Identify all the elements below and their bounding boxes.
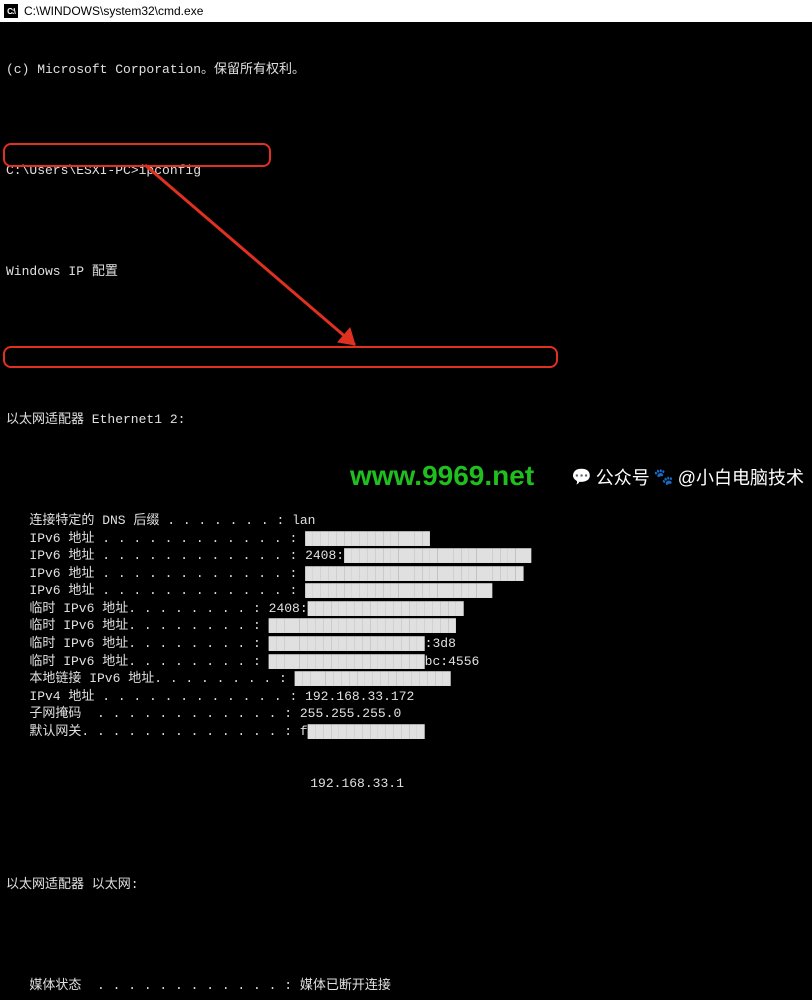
config-value: 2408:████████████████████ [269, 600, 464, 618]
config-row: 临时 IPv6 地址. . . . . . . . : ████████████… [6, 635, 806, 653]
config-row: 本地链接 IPv6 地址. . . . . . . . : ██████████… [6, 670, 806, 688]
config-value: 2408:████████████████████████ [305, 547, 531, 565]
config-value: ████████████████████████ [269, 617, 456, 635]
config-row: 临时 IPv6 地址. . . . . . . . : 2408:███████… [6, 600, 806, 618]
config-value: 255.255.255.0 [300, 705, 401, 723]
ipv4-address-row: IPv4 地址 . . . . . . . . . . . . : 192.16… [6, 688, 806, 706]
config-value: ████████████████████:3d8 [269, 635, 456, 653]
typed-command: ipconfig [139, 162, 201, 180]
terminal-output: (c) Microsoft Corporation。保留所有权利。 C:\Use… [0, 22, 812, 1000]
config-row: 默认网关. . . . . . . . . . . . . : f███████… [6, 723, 806, 741]
config-row: 临时 IPv6 地址. . . . . . . . : ████████████… [6, 653, 806, 671]
config-row: IPv6 地址 . . . . . . . . . . . . : ██████… [6, 582, 806, 600]
cmd-icon: C:\ [4, 4, 18, 18]
window-titlebar: C:\ C:\WINDOWS\system32\cmd.exe [0, 0, 812, 22]
config-row: IPv6 地址 . . . . . . . . . . . . : ██████… [6, 565, 806, 583]
config-value: ████████████████████████ [305, 582, 492, 600]
wechat-icon: 💬 [572, 467, 592, 487]
ipv4-address-value: 192.168.33.172 [305, 688, 414, 706]
window-title: C:\WINDOWS\system32\cmd.exe [24, 4, 203, 18]
gateway-extra: 192.168.33.1 [6, 775, 806, 793]
config-value: ████████████████████bc:4556 [269, 653, 480, 671]
config-value: f███████████████ [300, 723, 425, 741]
ipconfig-header: Windows IP 配置 [6, 263, 806, 281]
config-value: ████████████████ [305, 530, 430, 548]
config-row: IPv6 地址 . . . . . . . . . . . . : 2408:█… [6, 547, 806, 565]
config-value: ████████████████████ [295, 670, 451, 688]
watermark-author: 💬 公众号 🐾 @小白电脑技术 [572, 464, 804, 490]
config-row: 临时 IPv6 地址. . . . . . . . : ████████████… [6, 617, 806, 635]
adapter2-title: 以太网适配器 以太网: [6, 876, 806, 894]
config-row: 子网掩码 . . . . . . . . . . . . : 255.255.2… [6, 705, 806, 723]
config-row: IPv6 地址 . . . . . . . . . . . . : ██████… [6, 530, 806, 548]
adapter1-title: 以太网适配器 Ethernet1 2: [6, 411, 806, 429]
copyright-line: (c) Microsoft Corporation。保留所有权利。 [6, 61, 806, 79]
paw-icon: 🐾 [654, 467, 674, 487]
prompt-line-1: C:\Users\ESXI-PC>ipconfig [6, 162, 806, 180]
config-value: lan [292, 512, 315, 530]
config-value: ████████████████████████████ [305, 565, 523, 583]
config-row: 连接特定的 DNS 后缀 . . . . . . . : lan [6, 512, 806, 530]
watermark-url: www.9969.net [350, 460, 534, 492]
media-state-row: 媒体状态 . . . . . . . . . . . . : 媒体已断开连接 [6, 977, 806, 995]
